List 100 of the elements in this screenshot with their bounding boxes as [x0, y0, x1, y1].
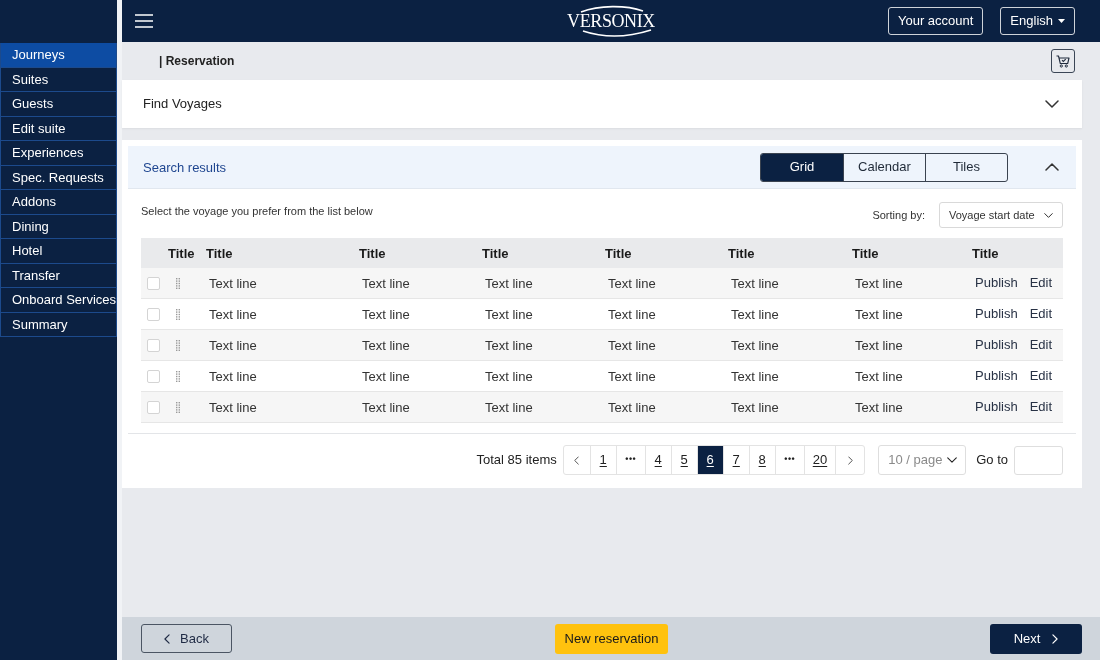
row-checkbox[interactable] [147, 400, 160, 414]
sidebar-item[interactable]: Guests [0, 92, 117, 117]
row-action-link[interactable]: Edit [1029, 304, 1053, 324]
view-tab[interactable]: Grid [761, 153, 843, 181]
row-checkbox[interactable] [147, 276, 160, 290]
goto-label: Go to [976, 451, 1008, 470]
table-cell: Text line [362, 338, 410, 353]
sidebar-item[interactable]: Journeys [0, 43, 117, 68]
goto-input[interactable] [1014, 445, 1063, 475]
column-header: Title [605, 246, 632, 261]
sidebar-item[interactable]: Addons [0, 190, 117, 215]
new-reservation-button[interactable]: New reservation [554, 623, 669, 654]
table-cell: Text line [362, 400, 410, 415]
chevron-left-icon [164, 633, 171, 644]
instruction-text: Select the voyage you prefer from the list below [141, 204, 373, 219]
total-items-text: Total 85 items [476, 451, 557, 470]
table-cell: Text line [608, 307, 656, 322]
chevron-down-icon [947, 457, 958, 463]
table-cell: Text line [608, 338, 656, 353]
table-cell: Text line [362, 307, 410, 322]
column-header: Title [168, 246, 195, 261]
caret-icon [1058, 19, 1065, 23]
row-checkbox[interactable] [147, 338, 160, 352]
back-button[interactable]: Back [141, 624, 232, 653]
drag-handle-icon[interactable] [176, 308, 180, 320]
table-cell: Text line [855, 338, 903, 353]
row-action-link[interactable]: Edit [1029, 397, 1053, 417]
chevron-up-icon[interactable] [1045, 163, 1059, 171]
table-cell: Text line [209, 400, 257, 415]
table-cell: Text line [209, 307, 257, 322]
sidebar-item[interactable]: Spec. Requests [0, 165, 117, 190]
table-cell: Text line [209, 338, 257, 353]
table-cell: Text line [731, 338, 779, 353]
cart-button[interactable] [1051, 49, 1075, 73]
chevron-right-icon [1052, 633, 1059, 644]
sidebar-item[interactable]: Transfer [0, 263, 117, 288]
sidebar-item[interactable]: Suites [0, 67, 117, 92]
menu-icon[interactable] [135, 14, 153, 28]
column-header: Title [972, 246, 999, 261]
sidebar-item[interactable]: Onboard Services [0, 288, 117, 313]
table-cell: Text line [731, 400, 779, 415]
view-tab[interactable]: Tiles [925, 153, 1007, 181]
table-cell: Text line [362, 276, 410, 291]
row-action-link[interactable]: Edit [1029, 366, 1053, 386]
panel-title: Search results [143, 160, 227, 175]
chevron-left-icon [574, 455, 580, 465]
table-cell: Text line [855, 369, 903, 384]
drag-handle-icon[interactable] [176, 277, 180, 289]
column-header: Title [482, 246, 509, 261]
row-action-link[interactable]: Publish [975, 304, 1018, 324]
column-header: Title [206, 246, 233, 261]
account-button[interactable]: Your account [887, 7, 984, 35]
sidebar-item[interactable]: Experiences [0, 141, 117, 166]
table-cell: Text line [731, 276, 779, 291]
table-cell: Text line [608, 276, 656, 291]
brand-logo: VERSONIX [566, 4, 656, 38]
sort-select[interactable]: Voyage start date [939, 202, 1063, 228]
table-cell: Text line [209, 276, 257, 291]
table-cell: Text line [485, 400, 533, 415]
row-action-link[interactable]: Publish [975, 366, 1018, 386]
table-cell: Text line [485, 307, 533, 322]
row-action-link[interactable]: Edit [1029, 335, 1053, 355]
table-cell: Text line [855, 307, 903, 322]
row-action-link[interactable]: Edit [1029, 273, 1053, 293]
chevron-right-icon [847, 455, 853, 465]
table-cell: Text line [485, 338, 533, 353]
column-header: Title [852, 246, 879, 261]
page-size-select[interactable]: 10 / page [878, 445, 967, 475]
drag-handle-icon[interactable] [176, 370, 180, 382]
sidebar-item[interactable]: Dining [0, 214, 117, 239]
column-header: Title [728, 246, 755, 261]
row-action-link[interactable]: Publish [975, 397, 1018, 417]
sidebar-item[interactable]: Summary [0, 312, 117, 337]
table-cell: Text line [485, 369, 533, 384]
breadcrumb: | Reservation [159, 53, 235, 70]
table-cell: Text line [608, 400, 656, 415]
table-cell: Text line [731, 369, 779, 384]
drag-handle-icon[interactable] [176, 339, 180, 351]
drag-handle-icon[interactable] [176, 401, 180, 413]
chevron-down-icon [1044, 212, 1053, 218]
sort-label: Sorting by: [872, 207, 925, 223]
panel-title: Find Voyages [143, 95, 222, 114]
page-button[interactable]: 6 [697, 446, 724, 474]
view-tab[interactable]: Calendar [843, 153, 925, 181]
table-cell: Text line [608, 369, 656, 384]
find-voyages-panel[interactable]: Find Voyages [122, 80, 1082, 128]
row-action-link[interactable]: Publish [975, 335, 1018, 355]
row-checkbox[interactable] [147, 307, 160, 321]
table-cell: Text line [209, 369, 257, 384]
cart-icon [1056, 54, 1070, 68]
table-cell: Text line [855, 400, 903, 415]
row-action-link[interactable]: Publish [975, 273, 1018, 293]
row-checkbox[interactable] [147, 369, 160, 383]
next-button[interactable]: Next [990, 623, 1082, 654]
sidebar-item[interactable]: Edit suite [0, 116, 117, 141]
column-header: Title [359, 246, 386, 261]
sidebar-item[interactable]: Hotel [0, 239, 117, 264]
table-cell: Text line [855, 276, 903, 291]
table-cell: Text line [485, 276, 533, 291]
language-button[interactable]: English [1000, 7, 1075, 35]
